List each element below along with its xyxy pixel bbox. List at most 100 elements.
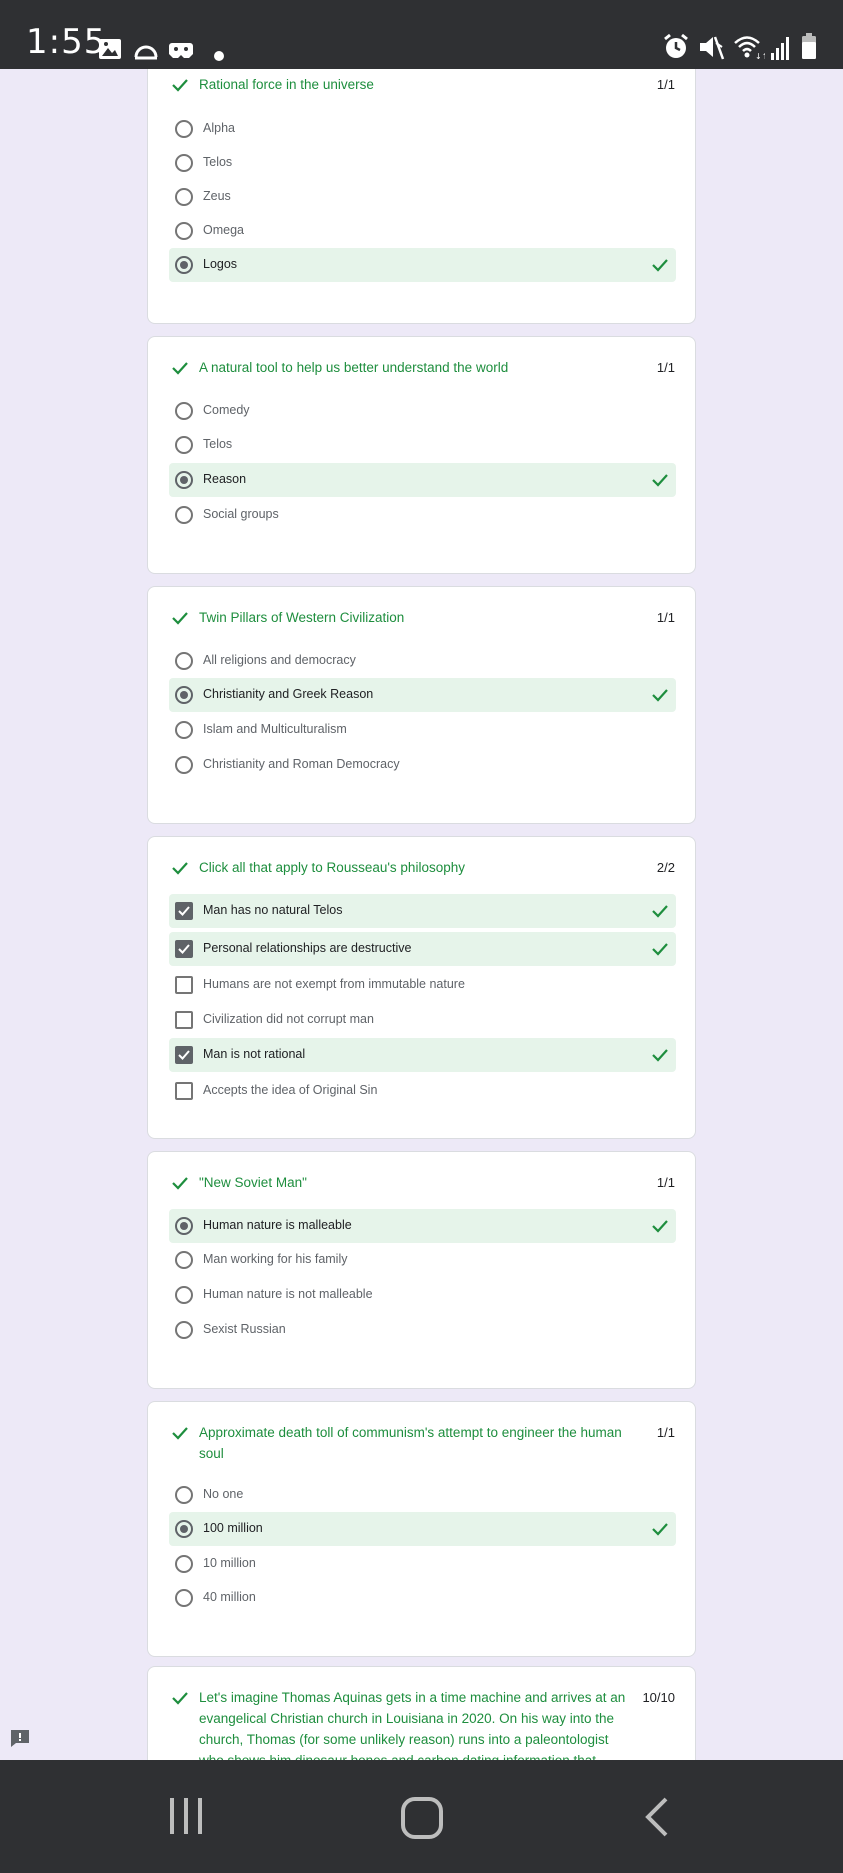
- option-row[interactable]: Civilization did not corrupt man: [169, 1003, 676, 1037]
- option-row-correct[interactable]: Man is not rational: [169, 1038, 676, 1072]
- option-row-correct[interactable]: Logos: [169, 248, 676, 282]
- correct-check-icon: [652, 943, 668, 956]
- option-row[interactable]: Telos: [169, 146, 676, 180]
- question-title: "New Soviet Man": [199, 1175, 307, 1190]
- option-row-correct[interactable]: Reason: [169, 463, 676, 497]
- back-icon[interactable]: [642, 1796, 672, 1838]
- option-label: Man working for his family: [203, 1252, 348, 1266]
- radio-button[interactable]: [175, 188, 193, 206]
- half-circle-icon: [134, 45, 158, 60]
- correct-check-icon: [652, 1049, 668, 1062]
- correct-check-icon: [172, 612, 188, 625]
- game-controller-icon: [169, 43, 193, 58]
- option-label: Personal relationships are destructive: [203, 941, 412, 955]
- checkbox-checked[interactable]: [175, 1046, 193, 1064]
- option-row[interactable]: 10 million: [169, 1547, 676, 1581]
- radio-button-selected[interactable]: [175, 686, 193, 704]
- radio-button[interactable]: [175, 721, 193, 739]
- radio-button[interactable]: [175, 756, 193, 774]
- option-row-correct[interactable]: 100 million: [169, 1512, 676, 1546]
- question-title: Let's imagine Thomas Aquinas gets in a t…: [199, 1690, 626, 1760]
- correct-check-icon: [652, 905, 668, 918]
- option-row[interactable]: Zeus: [169, 180, 676, 214]
- checkbox[interactable]: [175, 1011, 193, 1029]
- option-row[interactable]: Man working for his family: [169, 1243, 676, 1277]
- radio-button[interactable]: [175, 402, 193, 420]
- radio-button-selected[interactable]: [175, 471, 193, 489]
- option-row[interactable]: All religions and democracy: [169, 644, 676, 678]
- option-row[interactable]: No one: [169, 1478, 676, 1512]
- correct-check-icon: [172, 1177, 188, 1190]
- option-row[interactable]: Alpha: [169, 112, 676, 146]
- checkbox[interactable]: [175, 1082, 193, 1100]
- question-score: 1/1: [656, 1425, 675, 1440]
- radio-button-selected[interactable]: [175, 1520, 193, 1538]
- option-row[interactable]: Humans are not exempt from immutable nat…: [169, 968, 676, 1002]
- question-header: A natural tool to help us better underst…: [170, 357, 675, 378]
- question-score: 1/1: [656, 360, 675, 375]
- checkbox-checked[interactable]: [175, 902, 193, 920]
- feedback-icon[interactable]: [9, 1728, 31, 1748]
- option-row[interactable]: Human nature is not malleable: [169, 1278, 676, 1312]
- option-row[interactable]: Christianity and Roman Democracy: [169, 748, 676, 782]
- radio-button[interactable]: [175, 120, 193, 138]
- question-title: Approximate death toll of communism's at…: [199, 1425, 622, 1461]
- option-row[interactable]: Comedy: [169, 394, 676, 428]
- option-label: Omega: [203, 223, 244, 237]
- radio-button[interactable]: [175, 1286, 193, 1304]
- question-header: "New Soviet Man" 1/1: [170, 1172, 675, 1193]
- option-label: 100 million: [203, 1521, 263, 1535]
- radio-button[interactable]: [175, 154, 193, 172]
- option-row[interactable]: 40 million: [169, 1581, 676, 1615]
- radio-button-selected[interactable]: [175, 1217, 193, 1235]
- radio-button[interactable]: [175, 652, 193, 670]
- radio-button-selected[interactable]: [175, 256, 193, 274]
- option-row[interactable]: Accepts the idea of Original Sin: [169, 1074, 676, 1108]
- correct-check-icon: [172, 1427, 188, 1440]
- question-score: 1/1: [656, 77, 675, 92]
- question-card: Rational force in the universe 1/1 Alpha…: [147, 69, 696, 324]
- option-row-correct[interactable]: Personal relationships are destructive: [169, 932, 676, 966]
- option-row-correct[interactable]: Christianity and Greek Reason: [169, 678, 676, 712]
- question-title: Twin Pillars of Western Civilization: [199, 610, 405, 625]
- option-label: Islam and Multiculturalism: [203, 722, 347, 736]
- option-label: Human nature is not malleable: [203, 1287, 373, 1301]
- option-row[interactable]: Islam and Multiculturalism: [169, 713, 676, 747]
- radio-button[interactable]: [175, 1321, 193, 1339]
- checkbox[interactable]: [175, 976, 193, 994]
- radio-button[interactable]: [175, 1555, 193, 1573]
- checkbox-checked[interactable]: [175, 940, 193, 958]
- option-row-correct[interactable]: Man has no natural Telos: [169, 894, 676, 928]
- radio-button[interactable]: [175, 222, 193, 240]
- option-label: Man has no natural Telos: [203, 903, 343, 917]
- option-label: Alpha: [203, 121, 235, 135]
- option-label: Comedy: [203, 403, 250, 417]
- question-header: Let's imagine Thomas Aquinas gets in a t…: [170, 1687, 675, 1760]
- option-row-correct[interactable]: Human nature is malleable: [169, 1209, 676, 1243]
- option-label: Christianity and Greek Reason: [203, 687, 374, 701]
- question-score: 10/10: [642, 1690, 675, 1705]
- quiz-results-list: Rational force in the universe 1/1 Alpha…: [147, 69, 696, 1760]
- radio-button[interactable]: [175, 436, 193, 454]
- recent-apps-icon[interactable]: [166, 1796, 206, 1836]
- radio-button[interactable]: [175, 1251, 193, 1269]
- option-row[interactable]: Sexist Russian: [169, 1313, 676, 1347]
- option-row[interactable]: Omega: [169, 214, 676, 248]
- question-score: 2/2: [656, 860, 675, 875]
- question-card: Approximate death toll of communism's at…: [147, 1401, 696, 1657]
- option-row[interactable]: Telos: [169, 428, 676, 462]
- option-row[interactable]: Social groups: [169, 498, 676, 532]
- question-header: Twin Pillars of Western Civilization 1/1: [170, 607, 675, 628]
- option-label: No one: [203, 1487, 244, 1501]
- question-header: Rational force in the universe 1/1: [170, 74, 675, 95]
- home-icon[interactable]: [400, 1796, 444, 1840]
- option-label: Man is not rational: [203, 1047, 306, 1061]
- radio-button[interactable]: [175, 1486, 193, 1504]
- option-label: 10 million: [203, 1556, 256, 1570]
- question-card: "New Soviet Man" 1/1 Human nature is mal…: [147, 1151, 696, 1389]
- radio-button[interactable]: [175, 506, 193, 524]
- correct-check-icon: [652, 1220, 668, 1233]
- option-label: Sexist Russian: [203, 1322, 286, 1336]
- radio-button[interactable]: [175, 1589, 193, 1607]
- option-label: Christianity and Roman Democracy: [203, 757, 400, 771]
